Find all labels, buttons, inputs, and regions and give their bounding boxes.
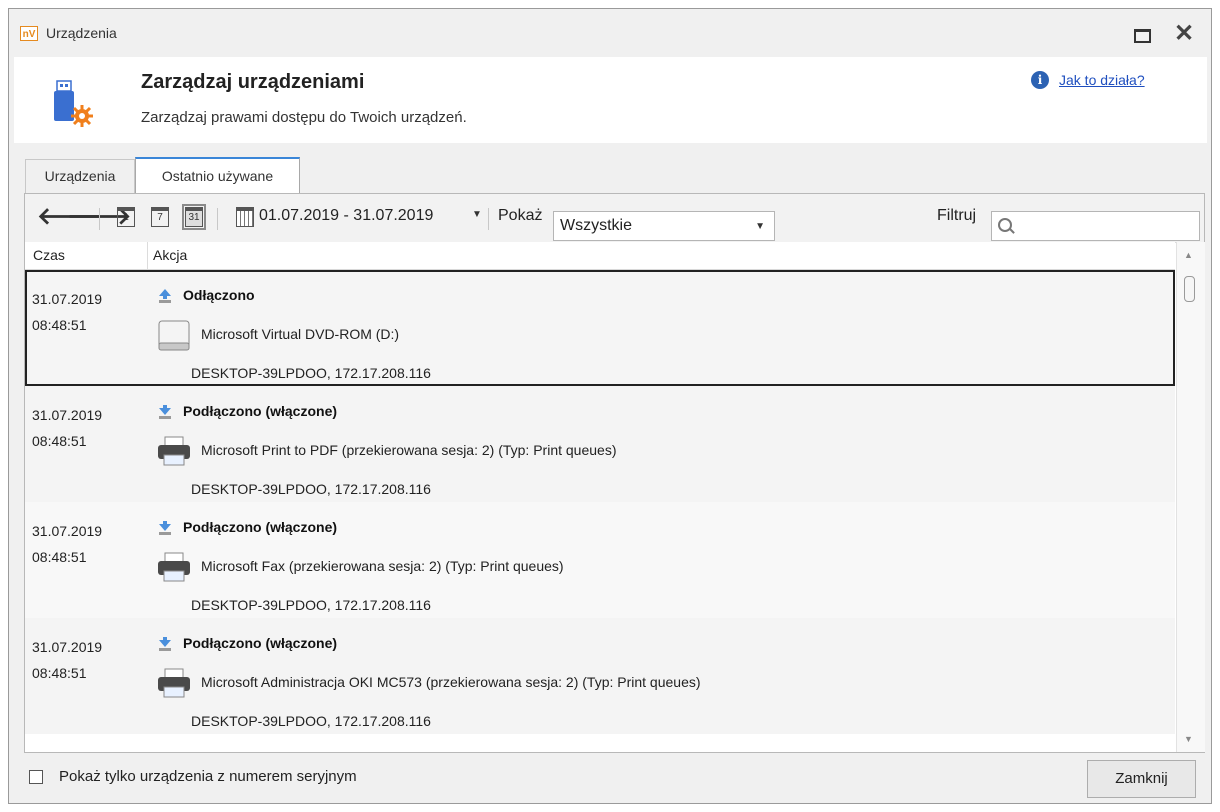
connect-icon — [159, 521, 171, 535]
row-host: DESKTOP-39LPDOO, 172.17.208.116 — [191, 713, 431, 729]
row-date: 31.07.2019 — [32, 291, 103, 307]
page-title: Zarządzaj urządzeniami — [141, 71, 365, 93]
column-divider[interactable] — [147, 242, 148, 269]
row-action: Podłączono (włączone) — [183, 403, 338, 419]
filter-input[interactable] — [991, 211, 1200, 241]
table-row[interactable]: 31.07.2019 08:48:51 Odłączono Microsoft … — [25, 270, 1175, 386]
table-header: Czas Akcja — [25, 242, 1175, 270]
row-device: Microsoft Administracja OKI MC573 (przek… — [201, 674, 701, 690]
app-logo-icon: nV — [20, 26, 38, 41]
row-time: 08:48:51 — [32, 317, 87, 333]
table-row[interactable]: 31.07.2019 08:48:51 Podłączono (włączone… — [25, 618, 1175, 734]
printer-icon — [158, 668, 190, 698]
toolbar-separator — [217, 208, 218, 230]
close-window-button[interactable]: ✕ — [1171, 21, 1197, 47]
show-select[interactable]: Wszystkie ▼ — [553, 211, 775, 241]
scroll-down-icon[interactable]: ▼ — [1184, 734, 1193, 744]
scroll-thumb[interactable] — [1184, 276, 1195, 302]
row-device: Microsoft Print to PDF (przekierowana se… — [201, 442, 617, 458]
events-list: 31.07.2019 08:48:51 Odłączono Microsoft … — [25, 270, 1175, 752]
row-time: 08:48:51 — [32, 549, 87, 565]
usb-gear-icon — [54, 80, 93, 127]
maximize-button[interactable] — [1129, 21, 1155, 47]
serial-only-label[interactable]: Pokaż tylko urządzenia z numerem seryjny… — [59, 768, 357, 785]
table-row[interactable]: 31.07.2019 08:48:51 Podłączono (włączone… — [25, 386, 1175, 502]
toolbar-separator — [99, 208, 100, 230]
table-row[interactable]: 31.07.2019 08:48:51 Podłączono (włączone… — [25, 502, 1175, 618]
tab-recently-used[interactable]: Ostatnio używane — [135, 157, 300, 193]
row-host: DESKTOP-39LPDOO, 172.17.208.116 — [191, 481, 431, 497]
serial-only-checkbox[interactable] — [29, 770, 43, 784]
connect-icon — [159, 405, 171, 419]
row-device: Microsoft Virtual DVD-ROM (D:) — [201, 326, 400, 342]
connect-icon — [159, 637, 171, 651]
page-subtitle: Zarządzaj prawami dostępu do Twoich urzą… — [141, 109, 467, 126]
search-icon — [998, 218, 1012, 232]
row-date: 31.07.2019 — [32, 407, 103, 423]
row-device: Microsoft Fax (przekierowana sesja: 2) (… — [201, 558, 564, 574]
printer-icon — [158, 552, 190, 582]
scroll-up-icon[interactable]: ▲ — [1184, 250, 1193, 260]
row-host: DESKTOP-39LPDOO, 172.17.208.116 — [191, 597, 431, 613]
close-button[interactable]: Zamknij — [1087, 760, 1196, 798]
show-label: Pokaż — [498, 207, 543, 224]
toolbar-separator — [488, 208, 489, 230]
help-link[interactable]: Jak to działa? — [1059, 72, 1145, 88]
eject-icon — [159, 289, 171, 303]
calendar-range-icon[interactable] — [236, 207, 254, 227]
row-time: 08:48:51 — [32, 665, 87, 681]
tab-devices[interactable]: Urządzenia — [25, 159, 135, 193]
column-action[interactable]: Akcja — [153, 247, 187, 263]
date-range[interactable]: 01.07.2019 - 31.07.2019 — [259, 207, 433, 225]
show-select-value: Wszystkie — [560, 217, 632, 234]
drive-icon — [158, 320, 190, 351]
calendar-week-icon[interactable]: 7 — [151, 207, 169, 227]
page-header: Zarządzaj urządzeniami Zarządzaj prawami… — [14, 57, 1207, 143]
chevron-down-icon: ▼ — [755, 221, 765, 232]
window-title: Urządzenia — [46, 25, 117, 41]
chevron-down-icon[interactable]: ▼ — [472, 209, 482, 220]
calendar-day-icon[interactable]: 1 — [117, 207, 135, 227]
row-action: Podłączono (włączone) — [183, 519, 338, 535]
column-time[interactable]: Czas — [33, 247, 65, 263]
info-icon: i — [1031, 71, 1049, 89]
vertical-scrollbar[interactable]: ▲ ▼ — [1176, 242, 1205, 752]
title-bar: nV Urządzenia ✕ — [9, 9, 1211, 57]
filter-label: Filtruj — [937, 207, 977, 224]
printer-icon — [158, 436, 190, 466]
row-date: 31.07.2019 — [32, 639, 103, 655]
toolbar: 🡐 🡒 1 7 31 01.07.2019 - 31.07.2019 ▼ Pok… — [25, 194, 1204, 243]
row-time: 08:48:51 — [32, 433, 87, 449]
row-action: Odłączono — [183, 287, 255, 303]
calendar-month-icon[interactable]: 31 — [182, 204, 206, 230]
row-host: DESKTOP-39LPDOO, 172.17.208.116 — [191, 365, 431, 381]
recent-panel: 🡐 🡒 1 7 31 01.07.2019 - 31.07.2019 ▼ Pok… — [24, 193, 1205, 753]
row-date: 31.07.2019 — [32, 523, 103, 539]
devices-window: nV Urządzenia ✕ Zarządzaj urządzeniami Z… — [8, 8, 1212, 804]
row-action: Podłączono (włączone) — [183, 635, 338, 651]
